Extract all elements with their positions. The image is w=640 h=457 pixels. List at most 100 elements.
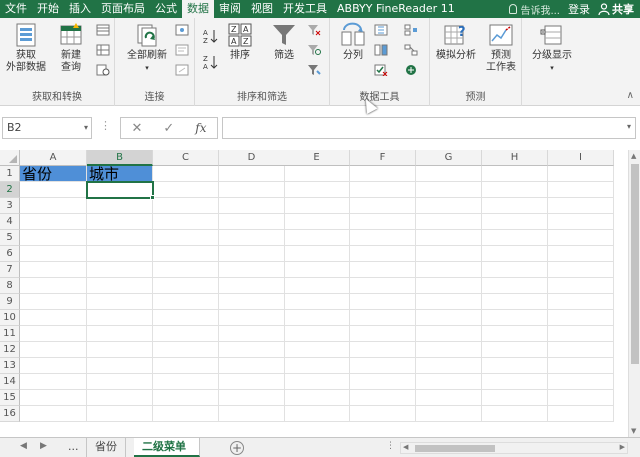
row-header-8[interactable]: 8 [0,278,20,294]
cell-h12[interactable] [482,342,548,358]
row-header-5[interactable]: 5 [0,230,20,246]
row-header-11[interactable]: 11 [0,326,20,342]
cell-i7[interactable] [548,262,614,278]
cell-i15[interactable] [548,390,614,406]
cell-d10[interactable] [219,310,285,326]
cell-a10[interactable] [20,310,87,326]
cell-f2[interactable] [350,182,416,198]
cancel-entry-button[interactable]: ✕ [131,121,142,136]
tab-abbyy[interactable]: ABBYY FineReader 11 [332,0,460,18]
cell-a7[interactable] [20,262,87,278]
cell-b13[interactable] [87,358,153,374]
cell-c6[interactable] [153,246,219,262]
show-queries-icon[interactable] [96,24,110,36]
cell-a6[interactable] [20,246,87,262]
cell-i3[interactable] [548,198,614,214]
outline-dropdown-arrow[interactable]: ▾ [526,62,578,74]
cell-i16[interactable] [548,406,614,422]
advanced-filter-icon[interactable] [307,64,321,76]
tab-formulas[interactable]: 公式 [150,0,182,18]
cell-b16[interactable] [87,406,153,422]
cell-c4[interactable] [153,214,219,230]
cell-i12[interactable] [548,342,614,358]
sheet-ellipsis[interactable]: ... [60,438,87,457]
row-header-14[interactable]: 14 [0,374,20,390]
what-if-analysis-button[interactable]: ? 模拟分析 [432,22,480,62]
cell-f6[interactable] [350,246,416,262]
cell-h11[interactable] [482,326,548,342]
cell-i10[interactable] [548,310,614,326]
cell-h8[interactable] [482,278,548,294]
cell-g6[interactable] [416,246,482,262]
cell-c10[interactable] [153,310,219,326]
row-header-13[interactable]: 13 [0,358,20,374]
cell-e11[interactable] [284,326,350,342]
cell-d5[interactable] [219,230,285,246]
column-header-c[interactable]: C [153,150,219,166]
cell-a2[interactable] [20,182,87,198]
cell-f3[interactable] [350,198,416,214]
cell-h3[interactable] [482,198,548,214]
tab-developer[interactable]: 开发工具 [278,0,332,18]
cell-f11[interactable] [350,326,416,342]
cell-g12[interactable] [416,342,482,358]
add-sheet-icon[interactable]: + [230,441,244,455]
cell-b5[interactable] [87,230,153,246]
worksheet-grid[interactable]: A B C D E F G H I 1 省份 城市 2 3 4 5 6 7 8 9 10 11 12 13 14 15 16 [0,150,640,437]
next-sheet-arrow-icon[interactable]: ▶ [40,441,47,451]
cell-g11[interactable] [416,326,482,342]
cell-g15[interactable] [416,390,482,406]
cell-e13[interactable] [284,358,350,374]
cell-a9[interactable] [20,294,87,310]
column-header-i[interactable]: I [548,150,614,166]
cell-d2[interactable] [219,182,285,198]
cell-g13[interactable] [416,358,482,374]
row-header-16[interactable]: 16 [0,406,20,422]
cell-h15[interactable] [482,390,548,406]
cell-a13[interactable] [20,358,87,374]
cell-i2[interactable] [548,182,614,198]
collapse-ribbon-icon[interactable]: ∧ [627,90,634,101]
cell-a1[interactable]: 省份 [20,166,87,182]
row-header-1[interactable]: 1 [0,166,20,182]
row-header-10[interactable]: 10 [0,310,20,326]
cell-h2[interactable] [482,182,548,198]
cell-e9[interactable] [284,294,350,310]
share-button[interactable]: 共享 [598,1,634,17]
sort-ascending-icon[interactable]: AZ [203,28,219,44]
refresh-all-button[interactable]: 全部刷新 ▾ [121,22,173,74]
cell-c7[interactable] [153,262,219,278]
vertical-scroll-thumb[interactable] [631,164,639,364]
cell-i14[interactable] [548,374,614,390]
cell-g10[interactable] [416,310,482,326]
cell-d13[interactable] [219,358,285,374]
cell-f4[interactable] [350,214,416,230]
cell-e1[interactable] [284,166,350,182]
tab-file[interactable]: 文件 [0,0,32,18]
confirm-entry-button[interactable]: ✓ [163,121,174,136]
cell-g4[interactable] [416,214,482,230]
remove-duplicates-icon[interactable] [374,44,388,56]
cell-g5[interactable] [416,230,482,246]
cell-i9[interactable] [548,294,614,310]
cell-h10[interactable] [482,310,548,326]
cell-e6[interactable] [284,246,350,262]
from-table-icon[interactable] [96,44,110,56]
cell-d1[interactable] [219,166,285,182]
refresh-dropdown-arrow[interactable]: ▾ [121,62,173,74]
horizontal-scroll-thumb[interactable] [415,445,495,452]
row-header-9[interactable]: 9 [0,294,20,310]
prev-sheet-arrow-icon[interactable]: ◀ [20,441,27,451]
cell-c2[interactable] [153,182,219,198]
get-external-data-button[interactable]: 获取 外部数据 [4,22,48,74]
cell-b1[interactable]: 城市 [87,166,153,182]
cell-c11[interactable] [153,326,219,342]
forecast-sheet-button[interactable]: 预测 工作表 [482,22,520,74]
cell-d6[interactable] [219,246,285,262]
cell-d9[interactable] [219,294,285,310]
select-all-corner[interactable] [0,150,20,166]
cell-h16[interactable] [482,406,548,422]
cell-a11[interactable] [20,326,87,342]
text-to-columns-button[interactable]: 分列 [336,22,370,62]
cell-a12[interactable] [20,342,87,358]
